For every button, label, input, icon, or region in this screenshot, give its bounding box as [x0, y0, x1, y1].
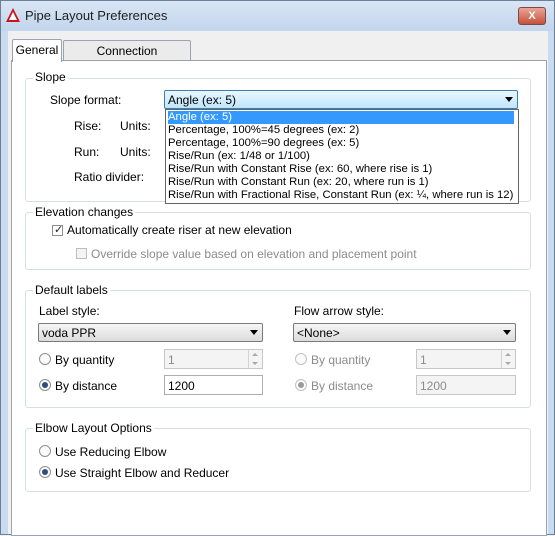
elbow-layout-group [25, 428, 531, 492]
slope-format-option[interactable]: Percentage, 100%=45 degrees (ex: 2) [168, 124, 359, 137]
chevron-down-icon [505, 97, 513, 102]
flow-by-quantity-label: By quantity [311, 353, 371, 367]
create-riser-checkbox[interactable] [52, 223, 63, 236]
rise-label: Rise: [74, 119, 102, 133]
ratio-divider-label: Ratio divider: [74, 170, 145, 184]
spinner-up-icon[interactable] [248, 350, 262, 359]
elevation-group [25, 212, 531, 270]
elevation-group-label: Elevation changes [33, 205, 136, 219]
slope-format-dropdown[interactable]: Angle (ex: 5) [164, 90, 518, 109]
override-slope-checkbox[interactable] [76, 248, 87, 259]
label-style-label: Label style: [39, 304, 100, 318]
spinner-down-icon[interactable] [248, 359, 262, 368]
window-title: Pipe Layout Preferences [25, 8, 168, 23]
slope-format-value: Angle (ex: 5) [168, 93, 237, 107]
tab-general[interactable]: General [12, 39, 62, 62]
label-by-distance-radio[interactable] [39, 379, 51, 391]
label-quantity-value: 1 [168, 353, 175, 367]
slope-format-option[interactable]: Rise/Run with Fractional Rise, Constant … [168, 189, 513, 202]
flow-distance-input[interactable]: 1200 [416, 375, 516, 395]
rise-units-label: Units: [120, 119, 151, 133]
flow-distance-value: 1200 [420, 379, 447, 393]
flow-arrow-style-value: <None> [297, 326, 340, 340]
slope-format-option[interactable]: Rise/Run with Constant Run (ex: 20, wher… [168, 176, 429, 189]
run-units-label: Units: [120, 145, 151, 159]
slope-format-option[interactable]: Percentage, 100%=90 degrees (ex: 5) [168, 137, 359, 150]
label-distance-input[interactable]: 1200 [164, 375, 263, 395]
autocad-app-icon [6, 8, 20, 22]
flow-quantity-spinner[interactable]: 1 [416, 349, 516, 369]
chevron-down-icon [503, 330, 511, 335]
slope-format-option[interactable]: Rise/Run (ex: 1/48 or 1/100) [168, 150, 310, 163]
flow-by-distance-label: By distance [311, 379, 374, 393]
run-label: Run: [74, 145, 100, 159]
flow-by-quantity-radio[interactable] [295, 353, 307, 365]
spinner-up-icon[interactable] [501, 350, 515, 359]
flow-quantity-value: 1 [420, 353, 427, 367]
label-by-quantity-label: By quantity [55, 353, 115, 367]
straight-elbow-label: Use Straight Elbow and Reducer [55, 466, 230, 480]
tab-connection-assignments[interactable]: Connection Assignments [63, 40, 191, 78]
label-by-quantity-radio[interactable] [39, 353, 51, 365]
spinner-down-icon[interactable] [501, 359, 515, 368]
slope-format-option[interactable]: Angle (ex: 5) [168, 111, 514, 124]
slope-format-option[interactable]: Rise/Run with Constant Rise (ex: 60, whe… [168, 163, 432, 176]
label-distance-value: 1200 [168, 379, 195, 393]
flow-arrow-style-label: Flow arrow style: [294, 304, 385, 318]
straight-elbow-radio[interactable] [39, 466, 51, 478]
title-bar: Pipe Layout Preferences X [1, 1, 554, 31]
override-slope-label: Override slope value based on elevation … [91, 247, 417, 261]
slope-format-options-list[interactable]: Angle (ex: 5) Percentage, 100%=45 degree… [165, 109, 519, 204]
default-labels-group-label: Default labels [33, 283, 110, 297]
slope-format-label: Slope format: [50, 93, 122, 107]
label-style-dropdown[interactable]: voda PPR [38, 323, 263, 342]
label-quantity-spinner[interactable]: 1 [164, 349, 263, 369]
flow-by-distance-radio[interactable] [295, 379, 307, 391]
label-by-distance-label: By distance [55, 379, 118, 393]
elbow-layout-group-label: Elbow Layout Options [33, 421, 154, 435]
chevron-down-icon [250, 330, 258, 335]
label-style-value: voda PPR [42, 326, 97, 340]
flow-arrow-style-dropdown[interactable]: <None> [293, 323, 516, 342]
create-riser-label: Automatically create riser at new elevat… [67, 223, 292, 237]
slope-group-label: Slope [33, 70, 68, 84]
reducing-elbow-label: Use Reducing Elbow [55, 445, 167, 459]
close-button[interactable]: X [518, 7, 546, 25]
reducing-elbow-radio[interactable] [39, 445, 51, 457]
